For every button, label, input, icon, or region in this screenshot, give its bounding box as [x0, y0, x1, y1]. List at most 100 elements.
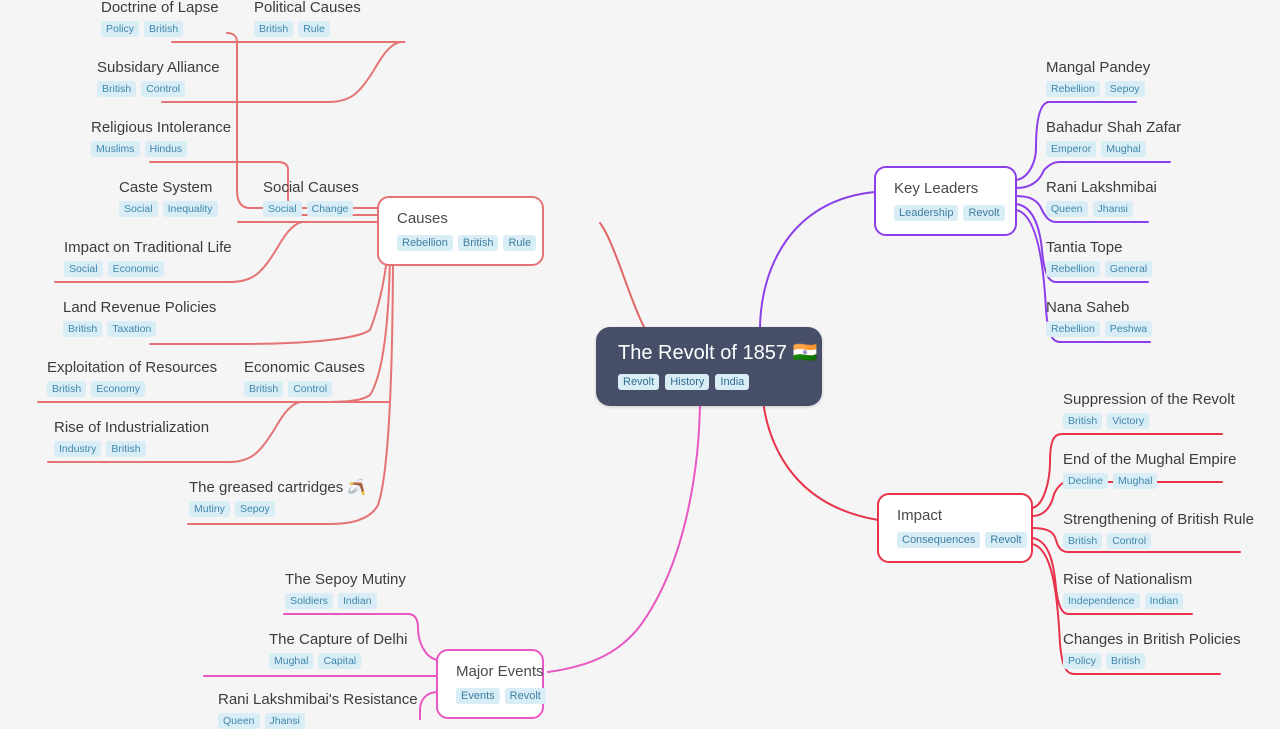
leaf-title: The greased cartridges 🪃	[189, 479, 367, 496]
leaf-node-greased-cartridges[interactable]: The greased cartridges 🪃 Mutiny Sepoy	[189, 478, 366, 517]
leaf-node-impact-on-traditional-life[interactable]: Impact on Traditional Life Social Econom…	[64, 238, 232, 277]
leaf-node-religious-intolerance[interactable]: Religious Intolerance Muslims Hindus	[91, 118, 231, 157]
leaf-node-political-causes[interactable]: Political Causes British Rule	[254, 0, 361, 37]
link-root-majorevents	[547, 395, 701, 673]
leaf-tag: Social	[64, 261, 103, 277]
link-root-causes	[599, 222, 661, 345]
branch-title: Key Leaders	[894, 180, 979, 197]
leaf-title: Social Causes	[263, 179, 359, 196]
leaf-tag: Control	[288, 381, 333, 397]
leaf-node-the-capture-of-delhi[interactable]: The Capture of Delhi Mughal Capital	[269, 630, 407, 669]
leaf-node-social-causes[interactable]: Social Causes Social Change	[263, 178, 359, 217]
leaf-tag: British	[106, 441, 146, 457]
leaf-tag: Rebellion	[1046, 81, 1100, 97]
leaf-title: Rani Lakshmibai's Resistance	[218, 691, 418, 708]
leaf-tags: Queen Jhansi	[1046, 201, 1157, 217]
leaf-title: Mangal Pandey	[1046, 59, 1151, 76]
leaf-tag: British	[254, 21, 294, 37]
leaf-title: Suppression of the Revolt	[1063, 391, 1235, 408]
leaf-tags: Policy British	[101, 21, 219, 37]
leaf-tags: British Taxation	[63, 321, 216, 337]
branch-tags: Consequences Revolt	[897, 532, 1027, 548]
leaf-node-tantia-tope[interactable]: Tantia Tope Rebellion General	[1046, 238, 1153, 277]
leaf-node-economic-causes[interactable]: Economic Causes British Control	[244, 358, 365, 397]
leaf-node-strengthening-of-british-rule[interactable]: Strengthening of British Rule British Co…	[1063, 510, 1254, 549]
mindmap-canvas: The Revolt of 1857 🇮🇳 Revolt History Ind…	[0, 0, 1280, 729]
leaf-tag: British	[97, 81, 137, 97]
leaf-title: Political Causes	[254, 0, 361, 16]
root-tag: Revolt	[618, 374, 660, 390]
leaf-tag: British	[244, 381, 284, 397]
branch-node-key-leaders[interactable]: Key Leaders Leadership Revolt	[874, 166, 1017, 236]
leaf-tag: Indian	[1144, 593, 1184, 609]
branch-tag: Revolt	[985, 532, 1027, 548]
leaf-node-rise-of-industrialization[interactable]: Rise of Industrialization Industry Briti…	[54, 418, 209, 457]
leaf-tag: Social	[263, 201, 302, 217]
leaf-tag: Industry	[54, 441, 102, 457]
leaf-tags: Emperor Mughal	[1046, 141, 1181, 157]
leaf-tag: Rebellion	[1046, 261, 1100, 277]
leaf-tag: Independence	[1063, 593, 1140, 609]
leaf-tag: Sepoy	[234, 501, 275, 517]
leaf-node-nana-saheb[interactable]: Nana Saheb Rebellion Peshwa	[1046, 298, 1153, 337]
leaf-node-caste-system[interactable]: Caste System Social Inequality	[119, 178, 218, 217]
leaf-node-bahadur-shah-zafar[interactable]: Bahadur Shah Zafar Emperor Mughal	[1046, 118, 1181, 157]
leaf-tags: Social Inequality	[119, 201, 218, 217]
branch-tag: Events	[456, 688, 500, 704]
branch-node-causes[interactable]: Causes Rebellion British Rule	[377, 196, 544, 266]
leaf-title: Religious Intolerance	[91, 119, 232, 136]
leaf-tags: Independence Indian	[1063, 593, 1192, 609]
leaf-tags: Rebellion General	[1046, 261, 1153, 277]
leaf-tags: Rebellion Sepoy	[1046, 81, 1150, 97]
leaf-node-suppression-of-the-revolt[interactable]: Suppression of the Revolt British Victor…	[1063, 390, 1235, 429]
leaf-tag: Hindus	[144, 141, 188, 157]
root-node[interactable]: The Revolt of 1857 🇮🇳 Revolt History Ind…	[596, 327, 822, 406]
leaf-tag: Economy	[91, 381, 145, 397]
leaf-tag: Rule	[298, 21, 330, 37]
leaf-tag: Capital	[318, 653, 362, 669]
branch-node-impact[interactable]: Impact Consequences Revolt	[877, 493, 1033, 563]
leaf-title: End of the Mughal Empire	[1063, 451, 1237, 468]
leaf-tag: General	[1104, 261, 1153, 277]
root-tag: History	[665, 374, 710, 390]
leaf-tag: Social	[119, 201, 158, 217]
leaf-node-subsidary-alliance[interactable]: Subsidary Alliance British Control	[97, 58, 220, 97]
leaf-title: Rise of Nationalism	[1063, 571, 1193, 588]
leaf-node-mangal-pandey[interactable]: Mangal Pandey Rebellion Sepoy	[1046, 58, 1150, 97]
leaf-node-rani-lakshmibais-resistance[interactable]: Rani Lakshmibai's Resistance Queen Jhans…	[218, 690, 418, 729]
branch-tags: Rebellion British Rule	[397, 235, 537, 251]
leaf-tags: British Control	[97, 81, 220, 97]
root-tag: India	[715, 374, 750, 390]
leaf-tag: Soldiers	[285, 593, 333, 609]
leaf-tag: Economic	[107, 261, 164, 277]
leaf-title: Nana Saheb	[1046, 299, 1130, 316]
leaf-title: Bahadur Shah Zafar	[1046, 119, 1182, 136]
leaf-tag: Policy	[101, 21, 140, 37]
leaf-node-exploitation-of-resources[interactable]: Exploitation of Resources British Econom…	[47, 358, 217, 397]
leaf-node-changes-in-british-policies[interactable]: Changes in British Policies Policy Briti…	[1063, 630, 1241, 669]
branch-tag: Revolt	[504, 688, 546, 704]
link-root-keyleaders	[759, 191, 876, 331]
leaf-node-rani-lakshmibai[interactable]: Rani Lakshmibai Queen Jhansi	[1046, 178, 1157, 217]
leaf-tags: Queen Jhansi	[218, 713, 418, 729]
leaf-node-land-revenue-policies[interactable]: Land Revenue Policies British Taxation	[63, 298, 216, 337]
leaf-tags: British Victory	[1063, 413, 1235, 429]
leaf-node-rise-of-nationalism[interactable]: Rise of Nationalism Independence Indian	[1063, 570, 1192, 609]
leaf-node-the-sepoy-mutiny[interactable]: The Sepoy Mutiny Soldiers Indian	[285, 570, 406, 609]
root-title: The Revolt of 1857 🇮🇳	[618, 342, 818, 364]
leaf-tag: British	[1063, 413, 1103, 429]
leaf-tags: Industry British	[54, 441, 209, 457]
leaf-node-doctrine-of-lapse[interactable]: Doctrine of Lapse Policy British	[101, 0, 219, 37]
leaf-title: Rani Lakshmibai	[1046, 179, 1157, 196]
leaf-tag: British	[47, 381, 87, 397]
branch-node-major-events[interactable]: Major Events Events Revolt	[436, 649, 546, 719]
root-tags: Revolt History India	[618, 374, 802, 390]
leaf-node-end-of-the-mughal-empire[interactable]: End of the Mughal Empire Decline Mughal	[1063, 450, 1236, 489]
leaf-title: Impact on Traditional Life	[64, 239, 232, 256]
branch-tag: Rule	[503, 235, 537, 251]
branch-tag: British	[457, 235, 499, 251]
leaf-tag: Victory	[1107, 413, 1150, 429]
leaf-title: The Sepoy Mutiny	[285, 571, 406, 588]
leaf-tag: Rebellion	[1046, 321, 1100, 337]
leaf-tags: Policy British	[1063, 653, 1241, 669]
